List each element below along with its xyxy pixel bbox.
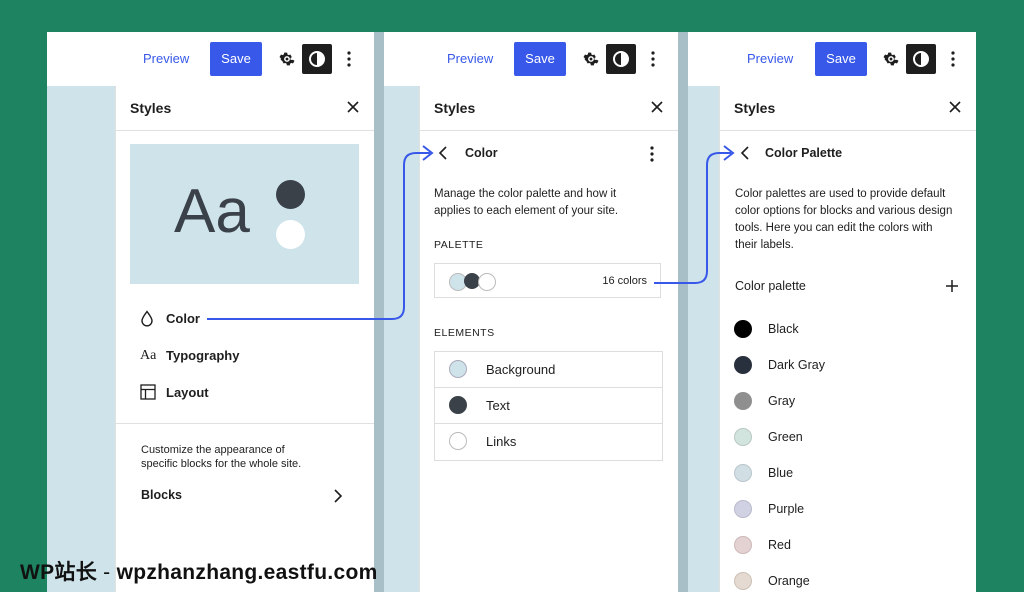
watermark-brand: WP站长 [20,561,98,584]
watermark-url: wpzhanzhang.eastfu.com [116,561,378,584]
watermark-separator: - [97,561,117,584]
connector-color-to-color-panel [207,152,430,320]
flow-arrows [207,145,735,320]
connector-palette-to-palette-panel [654,152,731,284]
screenshot-stage: Preview Save Styles Aa Color Aa Typograp… [47,32,976,592]
watermark: WP站长 - wpzhanzhang.eastfu.com [20,556,378,586]
